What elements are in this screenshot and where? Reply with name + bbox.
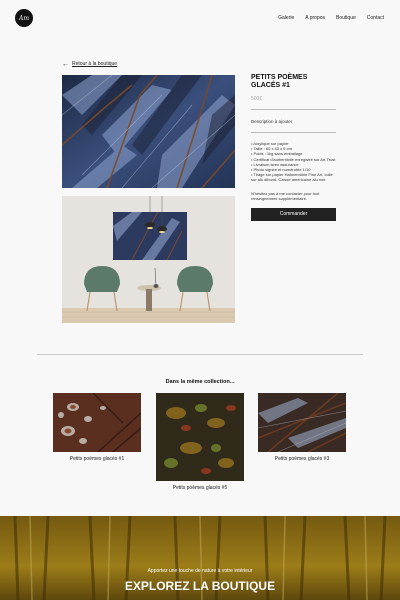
artwork-thumbnail bbox=[156, 393, 244, 481]
section-divider bbox=[37, 354, 363, 355]
nav-link-galerie[interactable]: Galerie bbox=[278, 15, 294, 21]
back-link-label: Retour à la boutique bbox=[72, 61, 118, 67]
interior-mockup-photo bbox=[62, 196, 235, 323]
detail-item: • Tirage sur papier Hahnemühle Fine Art,… bbox=[251, 172, 333, 183]
collection-thumb-1[interactable] bbox=[53, 393, 141, 452]
back-to-shop-link[interactable]: ← Retour à la boutique bbox=[62, 60, 118, 68]
divider bbox=[251, 109, 336, 110]
collection-label-1[interactable]: Petits poèmes glacés #1 bbox=[53, 456, 141, 462]
product-image-interior[interactable] bbox=[62, 196, 235, 323]
nav-link-boutique[interactable]: Boutique bbox=[336, 15, 356, 21]
order-button[interactable]: Commander bbox=[251, 208, 336, 222]
arrow-left-icon: ← bbox=[62, 60, 69, 68]
collection-heading: Dans la même collection... bbox=[165, 379, 235, 385]
collection-thumb-2[interactable] bbox=[156, 393, 244, 481]
product-info: PETITS POÈMES GLACÉS #1 500€ Description… bbox=[251, 74, 336, 222]
product-title: PETITS POÈMES GLACÉS #1 bbox=[251, 74, 308, 89]
collection-label-3[interactable]: Petits poèmes glacés #3 bbox=[258, 456, 346, 462]
product-details-list: • Acrylique sur papier • Taille : 60 x 4… bbox=[251, 141, 336, 183]
artwork-thumbnail bbox=[53, 393, 141, 452]
ice-texture-artwork bbox=[62, 75, 235, 188]
logo[interactable]: Am bbox=[15, 9, 33, 27]
collection-label-2[interactable]: Petits poèmes glacés #5 bbox=[156, 485, 244, 491]
collection-thumb-3[interactable] bbox=[258, 393, 346, 452]
product-price: 500€ bbox=[251, 96, 263, 102]
nav-link-contact[interactable]: Contact bbox=[367, 15, 384, 21]
banner-subtitle: Apportez une touche de nature à votre in… bbox=[147, 568, 253, 574]
site-header: Am Galerie A propos Boutique Contact bbox=[0, 0, 400, 36]
product-description: Description à ajouter bbox=[251, 119, 293, 124]
contact-note: N'hésitez pas à me contacter pour tout r… bbox=[251, 190, 320, 201]
artwork-thumbnail bbox=[258, 393, 346, 452]
product-image-main[interactable] bbox=[62, 75, 235, 188]
main-nav: Galerie A propos Boutique Contact bbox=[278, 15, 384, 21]
nav-link-a-propos[interactable]: A propos bbox=[305, 15, 325, 21]
divider bbox=[251, 132, 336, 133]
banner-title[interactable]: EXPLOREZ LA BOUTIQUE bbox=[0, 579, 400, 593]
